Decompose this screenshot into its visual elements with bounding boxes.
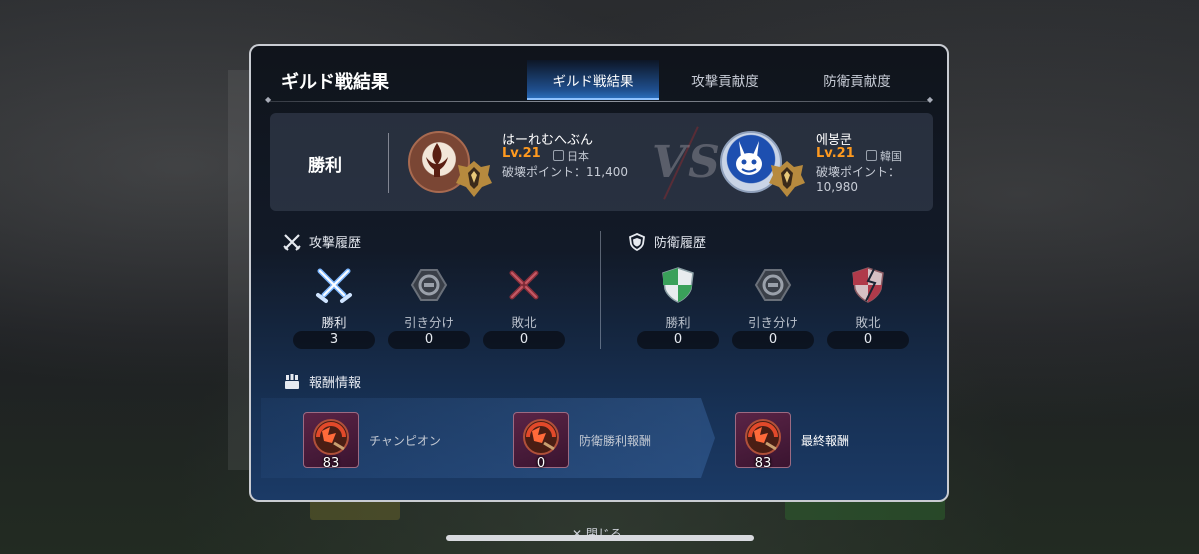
stat-label: 勝利	[321, 315, 347, 330]
away-guild-level: Lv.21	[816, 146, 855, 161]
stat-label: 敗北	[511, 315, 537, 330]
reward-info-title: 報酬情報	[283, 372, 361, 391]
shield-icon	[629, 232, 645, 251]
reward-count: 0	[536, 456, 546, 471]
home-server-label: 日本	[567, 150, 589, 163]
stat-value: 0	[637, 331, 719, 349]
tab-bar: ギルド戦結果 攻撃貢献度 防衛貢献度	[527, 60, 923, 100]
home-guild-level: Lv.21	[502, 146, 541, 161]
broken-shield-icon	[847, 264, 889, 306]
attack-loss-stat: 敗北 0	[483, 264, 565, 349]
home-rank-badge-icon	[454, 159, 494, 199]
defense-draw-stat: 引き分け 0	[732, 264, 814, 349]
reward-count: 83	[754, 456, 772, 471]
tab-attack-contribution[interactable]: 攻撃貢献度	[659, 60, 791, 100]
away-guild-points: 破壊ポイント：10,980	[816, 165, 901, 194]
reward-name: 最終報酬	[801, 433, 850, 448]
broken-swords-icon	[503, 264, 545, 306]
reward-slot: 0	[513, 412, 569, 471]
stat-label: 引き分け	[403, 315, 454, 330]
reward-slot: 83	[303, 412, 359, 471]
reward-slot: 83	[735, 412, 791, 471]
vs-label: VS	[652, 137, 722, 188]
background-wall	[228, 70, 250, 470]
history-divider	[600, 231, 601, 349]
stat-label: 引き分け	[747, 315, 798, 330]
home-guild-server: 日本	[553, 148, 589, 164]
reward-item-defense-win[interactable]: 0 防衛勝利報酬	[513, 412, 652, 471]
defense-history-title: 防衛履歴	[628, 232, 706, 251]
home-indicator[interactable]	[446, 535, 754, 541]
away-rank-badge-icon	[767, 159, 807, 199]
draw-icon	[408, 264, 450, 306]
stat-value: 0	[732, 331, 814, 349]
attack-win-stat: 勝利 3	[293, 264, 375, 349]
attack-history-label: 攻撃履歴	[309, 236, 362, 251]
away-server-label: 韓国	[880, 150, 902, 163]
defense-loss-stat: 敗北 0	[827, 264, 909, 349]
stat-label: 敗北	[855, 315, 881, 330]
stat-value: 3	[293, 331, 375, 349]
reward-item-champion[interactable]: 83 チャンピオン	[303, 412, 441, 471]
shield-icon	[657, 264, 699, 306]
draw-icon	[752, 264, 794, 306]
server-icon	[553, 150, 564, 161]
match-result: 勝利	[308, 156, 342, 176]
reward-item-final[interactable]: 83 最終報酬	[735, 412, 850, 471]
stat-value: 0	[827, 331, 909, 349]
defense-history-label: 防衛履歴	[654, 236, 707, 251]
panel-title: ギルド戦結果	[281, 72, 389, 93]
reward-name: チャンピオン	[369, 433, 441, 448]
attack-history-title: 攻撃履歴	[283, 232, 361, 251]
stat-value: 0	[388, 331, 470, 349]
tab-defense-contribution[interactable]: 防衛貢献度	[791, 60, 923, 100]
stat-value: 0	[483, 331, 565, 349]
reward-info-label: 報酬情報	[309, 376, 362, 391]
home-guild-points: 破壊ポイント：11,400	[502, 165, 628, 179]
tab-guild-war-result[interactable]: ギルド戦結果	[527, 60, 659, 100]
reward-name: 防衛勝利報酬	[579, 433, 652, 448]
away-guild-server: 韓国	[866, 148, 902, 164]
defense-win-stat: 勝利 0	[637, 264, 719, 349]
stat-label: 勝利	[665, 315, 691, 330]
server-icon	[866, 150, 877, 161]
reward-count: 83	[322, 456, 340, 471]
header-divider	[265, 95, 933, 104]
reward-icon	[285, 373, 299, 389]
match-card: 勝利 はーれむへぶん Lv.21 日本 破壊ポイント：11,400 VS 에봉쿤…	[270, 113, 933, 211]
guild-war-result-panel: ギルド戦結果 ギルド戦結果 攻撃貢献度 防衛貢献度 勝利 はーれむへぶん Lv.…	[249, 44, 949, 502]
crossed-swords-icon	[313, 264, 355, 306]
attack-draw-stat: 引き分け 0	[388, 264, 470, 349]
result-divider	[388, 133, 389, 193]
crossed-swords-icon	[283, 233, 301, 251]
